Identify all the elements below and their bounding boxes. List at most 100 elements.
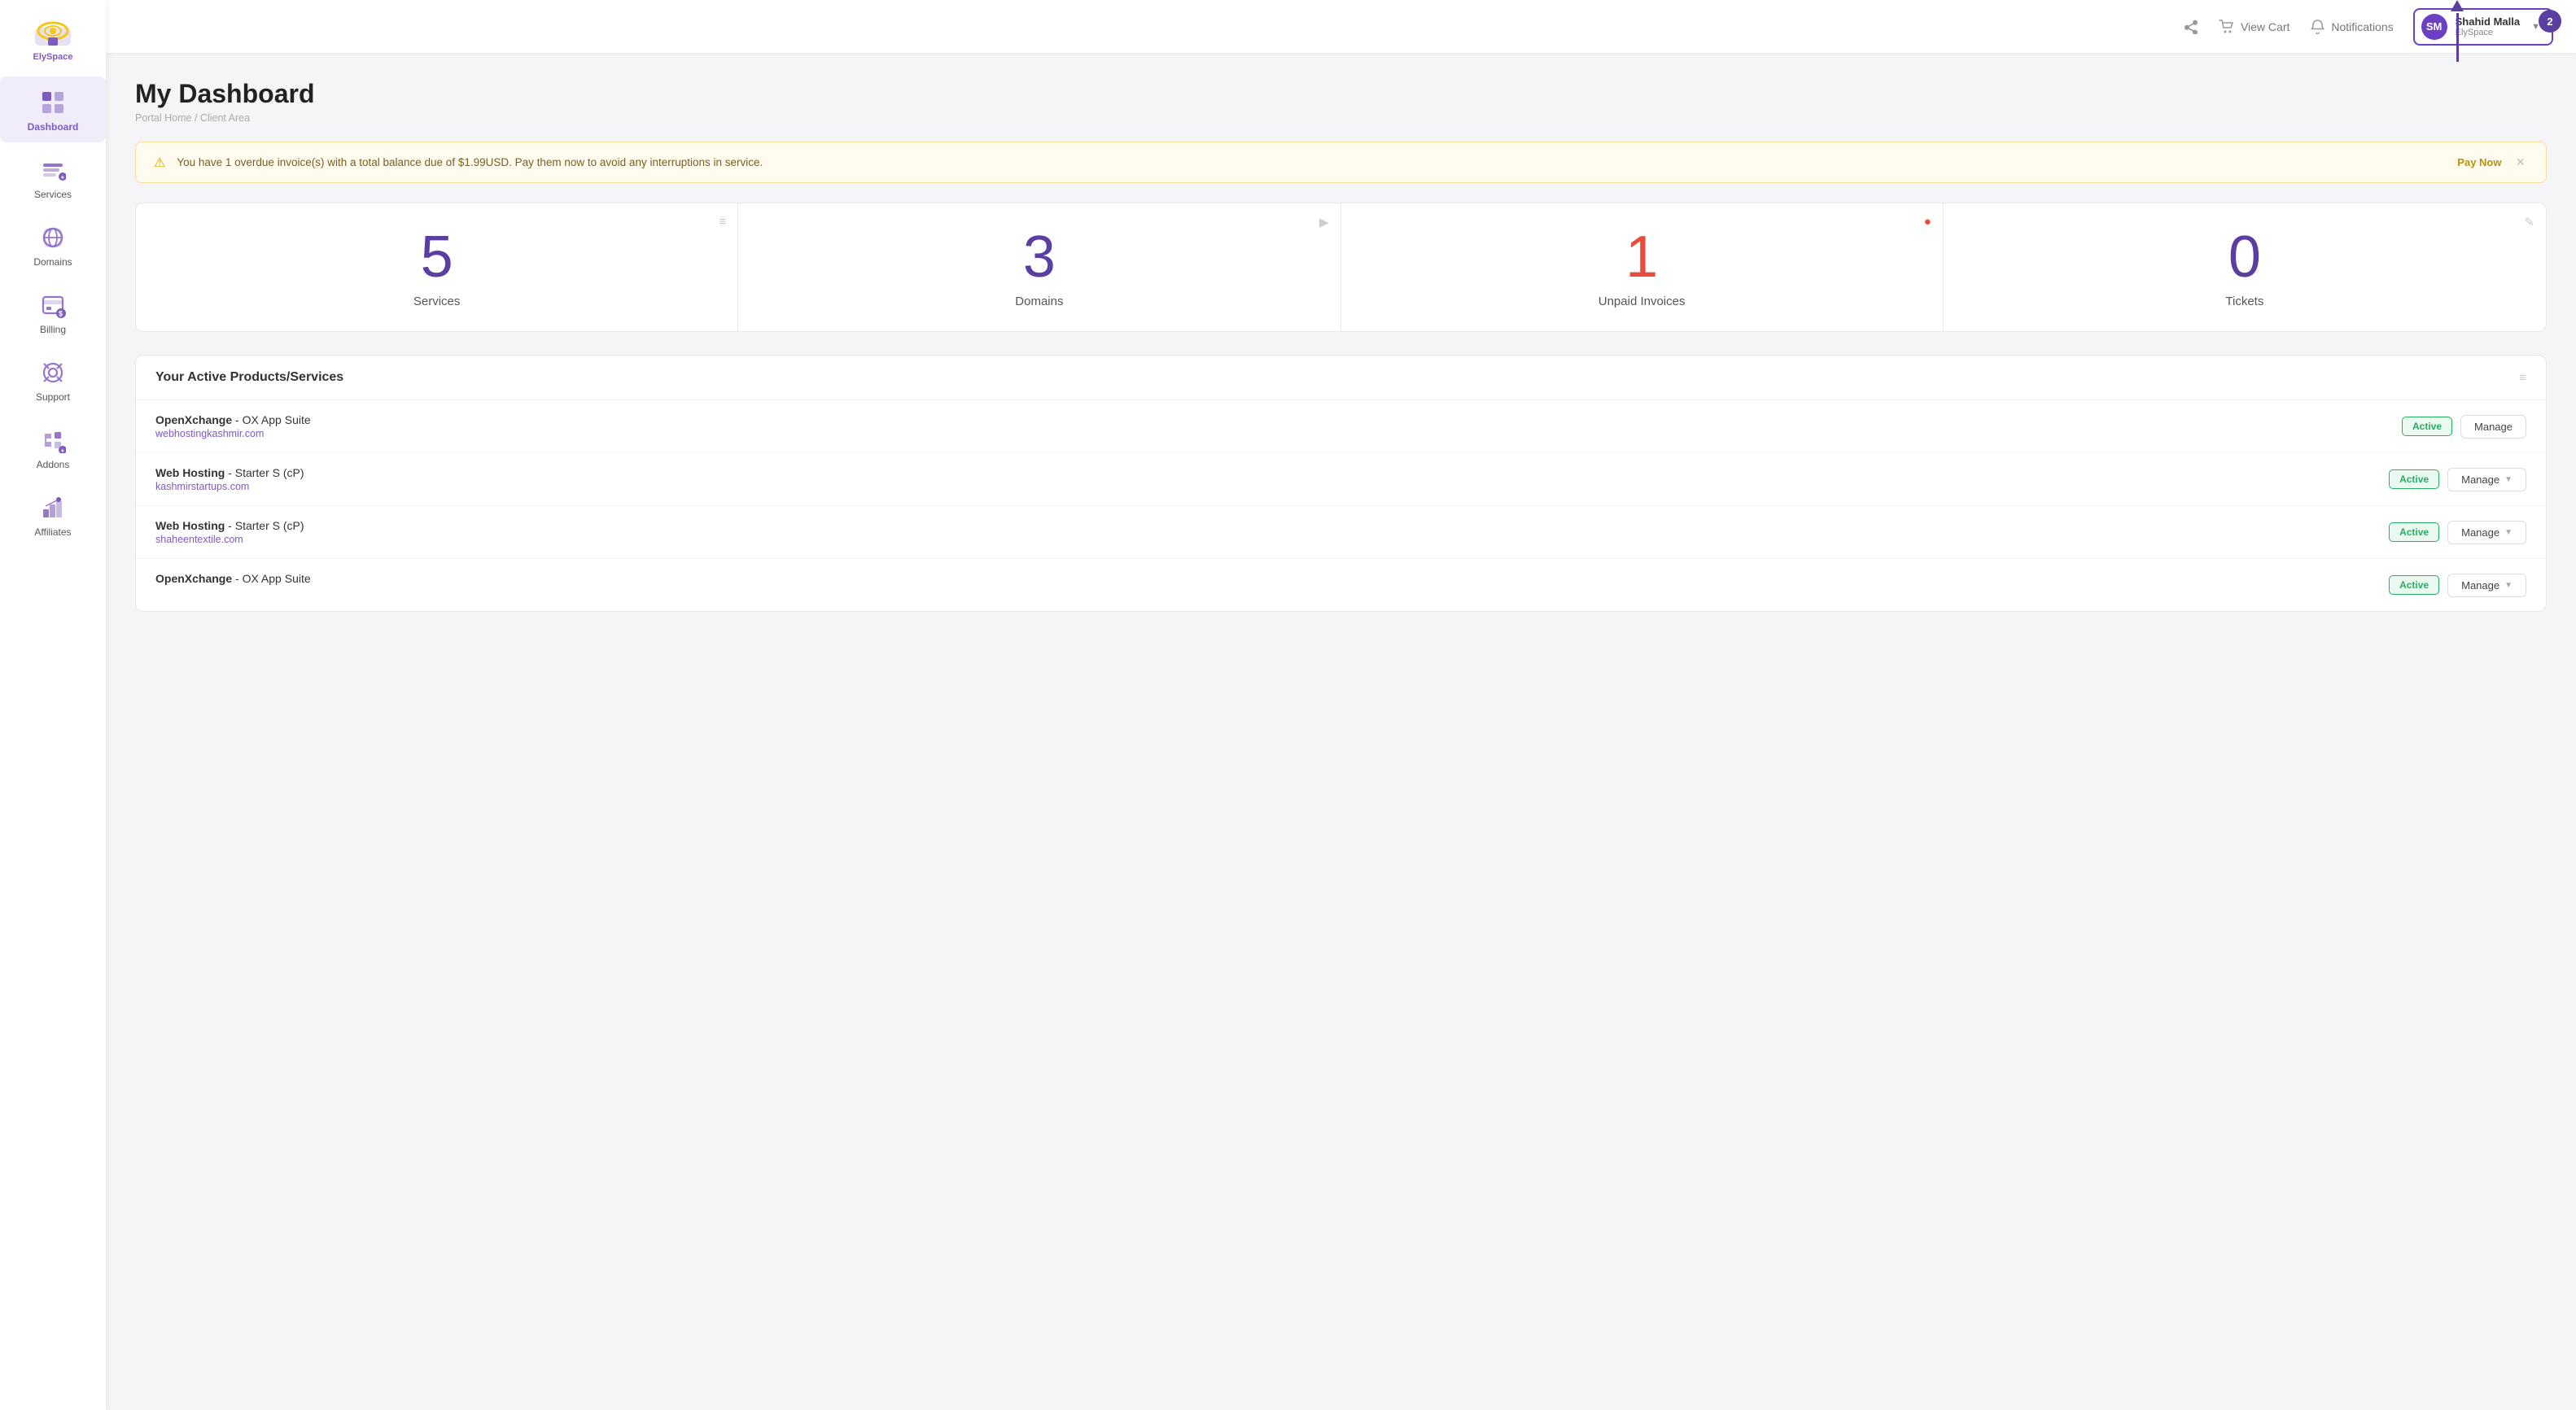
stat-services-number: 5	[421, 228, 453, 286]
stat-services-label: Services	[413, 295, 461, 308]
manage-label: Manage	[2461, 526, 2499, 539]
status-badge: Active	[2389, 469, 2439, 489]
page-title: My Dashboard	[135, 79, 2547, 109]
arrow-indicator	[2451, 0, 2464, 62]
view-cart-action[interactable]: View Cart	[2219, 19, 2290, 35]
manage-chevron-icon: ▼	[2504, 581, 2513, 590]
manage-label: Manage	[2461, 474, 2499, 486]
products-section-icon: ≡	[2519, 371, 2526, 385]
product-row: Web Hosting - Starter S (cP) shaheentext…	[136, 506, 2546, 559]
product-info: OpenXchange - OX App Suite	[155, 572, 311, 598]
stat-card-services[interactable]: ≡ 5 Services	[136, 203, 738, 331]
arrow-line	[2456, 13, 2459, 62]
manage-label: Manage	[2461, 579, 2499, 592]
products-section: Your Active Products/Services ≡ OpenXcha…	[135, 355, 2547, 612]
user-org: ElySpace	[2456, 28, 2520, 37]
stat-card-invoices[interactable]: ● 1 Unpaid Invoices	[1341, 203, 1944, 331]
product-name: OpenXchange - OX App Suite	[155, 572, 311, 585]
product-name: Web Hosting - Starter S (cP)	[155, 466, 304, 479]
sidebar-item-label-affiliates: Affiliates	[34, 526, 71, 538]
manage-button[interactable]: Manage ▼	[2447, 468, 2526, 491]
status-badge: Active	[2402, 417, 2452, 436]
topbar: View Cart Notifications SM Shahid Malla …	[106, 0, 2576, 53]
products-section-header: Your Active Products/Services ≡	[136, 356, 2546, 400]
manage-chevron-icon: ▼	[2504, 528, 2513, 537]
main-content: View Cart Notifications SM Shahid Malla …	[106, 0, 2576, 1410]
alert-warning-icon: ⚠	[154, 155, 165, 171]
sidebar-item-label-domains: Domains	[33, 256, 72, 268]
manage-button[interactable]: Manage ▼	[2447, 574, 2526, 597]
manage-label: Manage	[2474, 421, 2513, 433]
alert-text: You have 1 overdue invoice(s) with a tot…	[177, 156, 2446, 168]
breadcrumb-separator: /	[195, 112, 200, 124]
sidebar-item-support[interactable]: Support	[0, 347, 106, 413]
manage-button[interactable]: Manage ▼	[2447, 521, 2526, 544]
product-name: Web Hosting - Starter S (cP)	[155, 519, 304, 532]
stat-tickets-label: Tickets	[2225, 295, 2263, 308]
stats-grid: ≡ 5 Services ▶ 3 Domains ● 1 Unpaid Invo…	[135, 203, 2547, 332]
sidebar-item-label-dashboard: Dashboard	[28, 121, 79, 133]
stat-domains-label: Domains	[1015, 295, 1063, 308]
sidebar-navigation: Dashboard + Services	[0, 76, 106, 548]
stat-services-icon: ≡	[719, 215, 726, 229]
logo[interactable]: ElySpace	[32, 8, 74, 76]
product-domain: shaheentextile.com	[155, 534, 304, 545]
user-avatar: SM	[2421, 14, 2447, 40]
svg-text:+: +	[61, 174, 65, 181]
user-profile-badge[interactable]: SM Shahid Malla ElySpace ▼	[2413, 8, 2553, 46]
manage-chevron-icon: ▼	[2504, 475, 2513, 484]
stat-invoices-label: Unpaid Invoices	[1599, 295, 1686, 308]
stat-invoices-number: 1	[1625, 228, 1658, 286]
products-section-title: Your Active Products/Services	[155, 370, 343, 385]
product-actions: Active Manage ▼	[2389, 468, 2526, 491]
alert-banner: ⚠ You have 1 overdue invoice(s) with a t…	[135, 142, 2547, 183]
product-info: Web Hosting - Starter S (cP) kashmirstar…	[155, 466, 304, 492]
bell-icon	[2309, 19, 2325, 35]
user-info: Shahid Malla ElySpace	[2456, 15, 2520, 38]
support-icon	[38, 358, 68, 387]
share-icon	[2183, 19, 2199, 35]
stat-domains-icon: ▶	[1319, 215, 1329, 229]
notifications-action[interactable]: Notifications	[2309, 19, 2393, 35]
status-badge: Active	[2389, 522, 2439, 542]
arrow-head	[2451, 0, 2464, 11]
stat-card-tickets[interactable]: ✎ 0 Tickets	[1944, 203, 2546, 331]
logo-text: ElySpace	[33, 52, 73, 62]
product-domain: webhostingkashmir.com	[155, 428, 311, 439]
stat-invoices-icon: ●	[1924, 215, 1931, 229]
domains-icon	[38, 223, 68, 252]
billing-icon: $	[38, 290, 68, 320]
alert-close-button[interactable]: ×	[2513, 154, 2528, 171]
services-icon: +	[38, 155, 68, 185]
status-badge: Active	[2389, 575, 2439, 595]
sidebar-item-addons[interactable]: + Addons	[0, 414, 106, 480]
share-action[interactable]	[2183, 19, 2199, 35]
sidebar-item-billing[interactable]: $ Billing	[0, 279, 106, 345]
svg-text:$: $	[59, 310, 63, 318]
product-info: Web Hosting - Starter S (cP) shaheentext…	[155, 519, 304, 545]
sidebar-item-affiliates[interactable]: Affiliates	[0, 482, 106, 548]
product-info: OpenXchange - OX App Suite webhostingkas…	[155, 413, 311, 439]
stat-tickets-icon: ✎	[2524, 215, 2534, 229]
product-row: OpenXchange - OX App Suite webhostingkas…	[136, 400, 2546, 453]
sidebar-item-label-billing: Billing	[40, 324, 66, 335]
page-content: My Dashboard Portal Home / Client Area ⚠…	[106, 53, 2576, 1410]
stat-card-domains[interactable]: ▶ 3 Domains	[738, 203, 1340, 331]
product-row: OpenXchange - OX App Suite Active Manage…	[136, 559, 2546, 611]
svg-text:+: +	[61, 447, 65, 454]
sidebar-item-dashboard[interactable]: Dashboard	[0, 76, 106, 142]
product-domain	[155, 587, 311, 598]
pay-now-button[interactable]: Pay Now	[2457, 156, 2501, 168]
sidebar-item-services[interactable]: + Services	[0, 144, 106, 210]
sidebar-item-label-services: Services	[34, 189, 72, 200]
sidebar-item-label-support: Support	[36, 391, 70, 403]
manage-button[interactable]: Manage	[2460, 415, 2526, 439]
notifications-label: Notifications	[2331, 20, 2393, 33]
affiliates-icon	[38, 493, 68, 522]
breadcrumb: Portal Home / Client Area	[135, 112, 2547, 124]
product-actions: Active Manage ▼	[2389, 574, 2526, 597]
stat-tickets-number: 0	[2228, 228, 2261, 286]
user-name: Shahid Malla	[2456, 15, 2520, 28]
breadcrumb-home[interactable]: Portal Home	[135, 112, 191, 124]
sidebar-item-domains[interactable]: Domains	[0, 212, 106, 277]
